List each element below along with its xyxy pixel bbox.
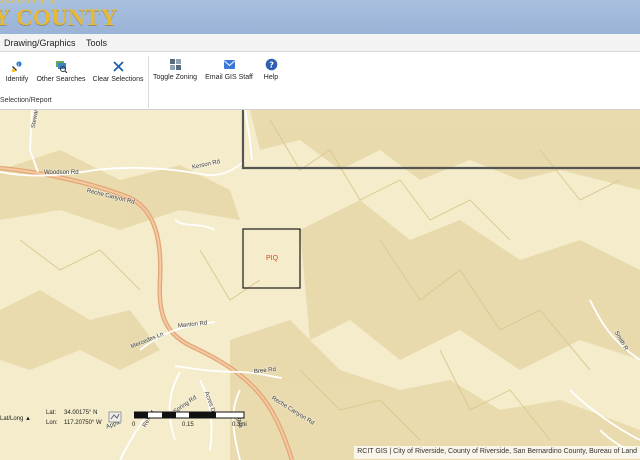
app-header-banner: COUNTY Y COUNTY [0, 0, 640, 34]
identify-label: Identify [5, 76, 29, 83]
scale-tick-end: 0.3mi [232, 422, 247, 428]
svg-text:?: ? [269, 61, 274, 70]
menu-drawing-graphics[interactable]: Drawing/Graphics [4, 38, 76, 48]
scale-bar: 0 0.15 0.3mi [130, 410, 250, 440]
map-attribution: RCIT GIS | City of Riverside, County of … [354, 446, 640, 459]
ribbon-group-divider [148, 56, 149, 108]
lon-label: Lon: [46, 420, 58, 426]
lat-value: 34.00175° N [64, 410, 98, 416]
ribbon-toolbar: i Identify Other Searches Clear Selectio… [0, 52, 640, 110]
scale-tick-mid: 0.15 [182, 422, 194, 428]
road-label-woodson: Woodson Rd [44, 170, 79, 176]
email-gis-staff-label: Email GIS Staff [205, 74, 253, 81]
identify-icon: i [11, 61, 22, 72]
scale-units-icon[interactable] [108, 410, 122, 424]
scale-tick-0: 0 [132, 422, 136, 428]
grid-icon [169, 59, 181, 70]
svg-text:i: i [18, 62, 19, 67]
lat-label: Lat: [46, 410, 57, 416]
menu-bar: Drawing/Graphics Tools [0, 34, 640, 52]
other-searches-icon [55, 61, 67, 73]
lon-value: 117.20750° W [64, 420, 102, 426]
clear-selections-button[interactable]: Clear Selections [92, 60, 144, 83]
coordinate-readout: Lat/Long ▲ Lat: 34.00175° N Lon: 117.207… [0, 404, 130, 460]
mail-icon [223, 60, 235, 69]
other-searches-button[interactable]: Other Searches [36, 60, 86, 83]
menu-tools[interactable]: Tools [86, 38, 107, 48]
clear-x-icon [112, 61, 124, 72]
toggle-zoning-label: Toggle Zoning [153, 74, 197, 81]
ribbon-group-label: Selection/Report [0, 97, 52, 104]
identify-button[interactable]: i Identify [2, 60, 32, 83]
other-searches-label: Other Searches [36, 76, 86, 83]
latlong-toggle[interactable]: Lat/Long ▲ [0, 416, 31, 422]
help-button[interactable]: ? Help [260, 58, 282, 81]
header-title-line2: Y COUNTY [0, 5, 118, 30]
piq-label: PIQ [266, 255, 279, 262]
clear-selections-label: Clear Selections [92, 76, 144, 83]
help-icon: ? [265, 58, 277, 71]
toggle-zoning-button[interactable]: Toggle Zoning [152, 58, 198, 81]
scale-bar-graphic [134, 411, 245, 419]
help-label: Help [263, 74, 279, 81]
email-gis-staff-button[interactable]: Email GIS Staff [204, 58, 254, 81]
